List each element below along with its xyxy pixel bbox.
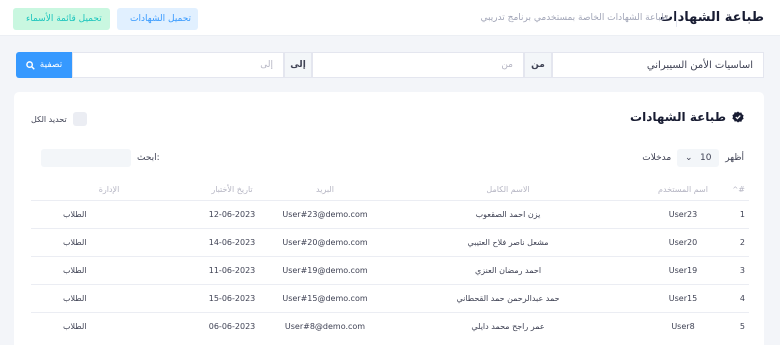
cell-fullname: احمد رمضان العنزي [373, 255, 643, 284]
card-title-text: طباعة الشهادات [630, 110, 726, 124]
cell-fullname: مشعل ناصر فلاح العتيبي [373, 227, 643, 256]
certificates-card: طباعة الشهادات تحديد الكل مدخلات ⌄ 10 أظ… [14, 92, 764, 345]
cell-email: User#15@demo.com [277, 283, 373, 312]
search-input[interactable] [41, 149, 131, 167]
course-select[interactable]: اساسيات الأمن السيبراني [552, 52, 764, 78]
table-row[interactable]: 4 User15 حمد عبدالرحمن حمد القحطاني User… [31, 283, 749, 312]
cell-num: 1 [723, 199, 749, 228]
cell-department: الطلاب [31, 283, 187, 312]
cell-department: الطلاب [31, 227, 187, 256]
header-email[interactable]: البريد [277, 180, 373, 200]
cell-department: الطلاب [31, 311, 187, 340]
cell-email: User#23@demo.com [277, 199, 373, 228]
table-row[interactable]: 2 User20 مشعل ناصر فلاح العتيبي User#20@… [31, 227, 749, 256]
cell-test-date: 11-06-2023 [187, 255, 277, 284]
table-row[interactable]: 3 User19 احمد رمضان العنزي User#19@demo.… [31, 255, 749, 284]
from-label: من [524, 52, 552, 78]
cell-test-date: 15-06-2023 [187, 283, 277, 312]
header-num[interactable]: #^ [723, 180, 749, 200]
page-size-select[interactable]: ⌄ 10 [677, 149, 720, 167]
download-names-label: تحميل قائمة الأسماء [26, 14, 102, 24]
chevron-down-icon: ⌄ [684, 153, 693, 163]
cell-username: User8 [643, 311, 723, 340]
table-row[interactable]: 5 User8 عمر راجح محمد دايلي User#8@demo.… [31, 311, 749, 340]
cell-username: User23 [643, 199, 723, 228]
table-header-row: #^ اسم المستخدم الاسم الكامل البريد تاري… [31, 180, 749, 200]
select-all: تحديد الكل [31, 112, 87, 126]
download-certificates-button[interactable]: تحميل الشهادات [117, 8, 198, 30]
from-date-input[interactable]: من [312, 52, 524, 78]
show-label: أظهر [725, 153, 744, 163]
header-fullname[interactable]: الاسم الكامل [373, 180, 643, 200]
cell-test-date: 06-06-2023 [187, 311, 277, 340]
filter-bar: اساسيات الأمن السيبراني من من إلى إلى تص… [14, 52, 764, 78]
download-certificates-label: تحميل الشهادات [130, 14, 192, 24]
cell-email: User#20@demo.com [277, 227, 373, 256]
top-bar: طباعة الشهادات طباعة الشهادات الخاصة بمس… [0, 0, 780, 36]
header-test-date[interactable]: تاريخ الأختبار [187, 180, 277, 200]
cell-num: 2 [723, 227, 749, 256]
cell-fullname: يزن احمد الصقعوب [373, 199, 643, 228]
table-search: ابحث: [41, 149, 160, 167]
cell-department: الطلاب [31, 199, 187, 228]
cell-num: 4 [723, 283, 749, 312]
cell-department: الطلاب [31, 255, 187, 284]
page-size-value: 10 [700, 153, 712, 163]
cell-username: User19 [643, 255, 723, 284]
header-department[interactable]: الإدارة [31, 180, 187, 200]
title-divider [676, 11, 677, 27]
cell-fullname: عمر راجح محمد دايلي [373, 311, 643, 340]
cell-num: 3 [723, 255, 749, 284]
certificates-table: #^ اسم المستخدم الاسم الكامل البريد تاري… [31, 180, 749, 340]
to-label: إلى [284, 52, 312, 78]
cell-test-date: 14-06-2023 [187, 227, 277, 256]
cell-fullname: حمد عبدالرحمن حمد القحطاني [373, 283, 643, 312]
search-icon [25, 60, 35, 70]
cell-username: User20 [643, 227, 723, 256]
cell-test-date: 12-06-2023 [187, 199, 277, 228]
card-title: طباعة الشهادات [630, 110, 744, 124]
table-row[interactable]: 1 User23 يزن احمد الصقعوب User#23@demo.c… [31, 199, 749, 228]
filter-button[interactable]: تصفية [16, 52, 72, 78]
entries-label: مدخلات [642, 153, 672, 163]
page-subtitle: طباعة الشهادات الخاصة بمستخدمي برنامج تد… [480, 13, 668, 23]
search-label: ابحث: [137, 153, 160, 163]
select-all-label: تحديد الكل [31, 114, 67, 124]
filter-button-label: تصفية [39, 60, 63, 70]
select-all-checkbox[interactable] [72, 112, 87, 126]
to-date-input[interactable]: إلى [72, 52, 284, 78]
cell-email: User#19@demo.com [277, 255, 373, 284]
cell-email: User#8@demo.com [277, 311, 373, 340]
page-length: مدخلات ⌄ 10 أظهر [642, 149, 744, 167]
badge-check-icon [732, 111, 744, 123]
cell-num: 5 [723, 311, 749, 340]
download-names-button[interactable]: تحميل قائمة الأسماء [13, 8, 110, 30]
cell-username: User15 [643, 283, 723, 312]
header-username[interactable]: اسم المستخدم [643, 180, 723, 200]
